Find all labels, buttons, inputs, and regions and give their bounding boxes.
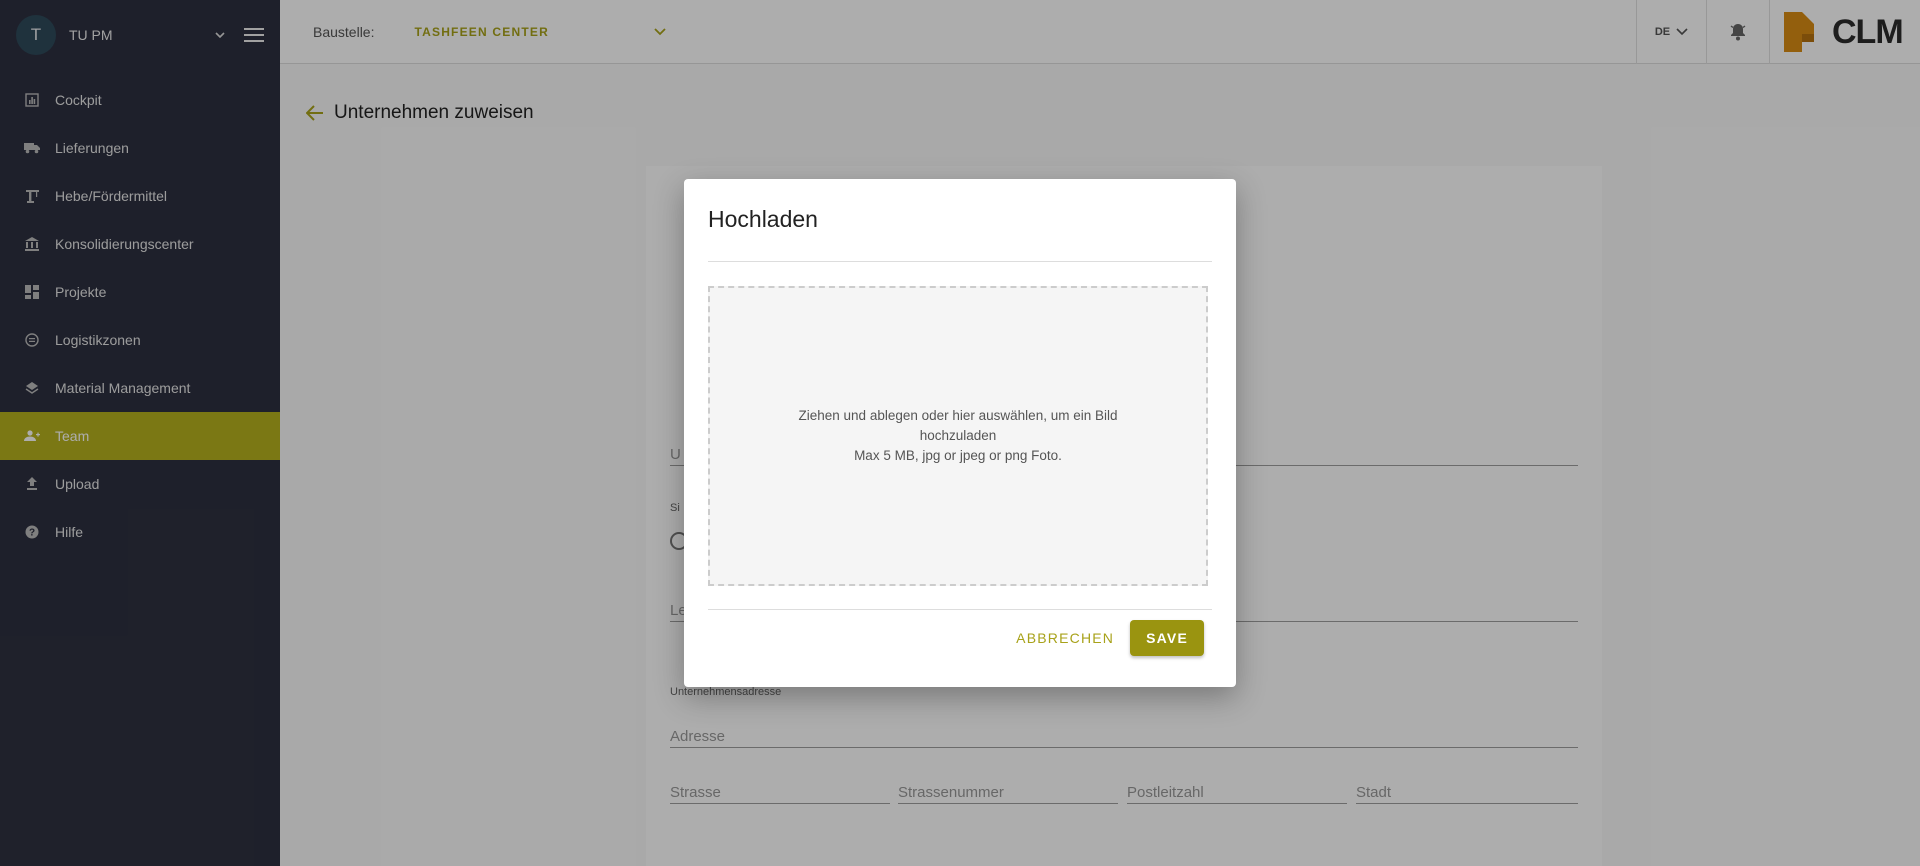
dialog-actions: ABBRECHEN SAVE [1016, 620, 1204, 656]
save-button[interactable]: SAVE [1130, 620, 1204, 656]
dialog-title: Hochladen [708, 206, 818, 232]
upload-dialog: Hochladen Ziehen und ablegen oder hier a… [684, 179, 1236, 687]
divider [708, 261, 1212, 262]
dropzone-limits: Max 5 MB, jpg or jpeg or png Foto. [854, 448, 1062, 463]
file-dropzone[interactable]: Ziehen und ablegen oder hier auswählen, … [708, 286, 1208, 586]
cancel-button[interactable]: ABBRECHEN [1016, 622, 1114, 654]
dropzone-instruction: Ziehen und ablegen oder hier auswählen, … [798, 408, 1118, 443]
divider [708, 609, 1212, 610]
